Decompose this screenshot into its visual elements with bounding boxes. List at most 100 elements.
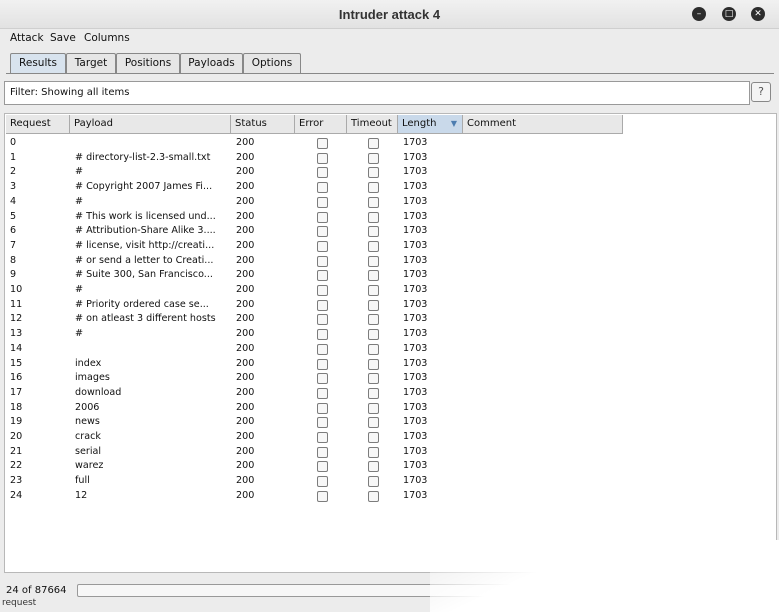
timeout-checkbox xyxy=(368,314,379,326)
cell-request: 12 xyxy=(10,313,23,325)
table-row[interactable]: 6 # Attribution-Share Alike 3.... 200 1703 xyxy=(6,224,623,239)
cell-request: 11 xyxy=(10,298,23,310)
tab-target[interactable]: Target xyxy=(66,53,116,73)
cell-status: 200 xyxy=(236,166,255,178)
cell-length: 1703 xyxy=(403,225,428,237)
column-header-request[interactable]: Request xyxy=(6,115,70,133)
menu-attack[interactable]: Attack xyxy=(10,32,44,44)
cell-payload: # xyxy=(75,284,84,295)
cell-length: 1703 xyxy=(403,445,428,457)
table-row[interactable]: 1 # directory-list-2.3-small.txt 200 1703 xyxy=(6,151,623,166)
timeout-checkbox xyxy=(368,196,379,208)
table-row[interactable]: 5 # This work is licensed und... 200 1703 xyxy=(6,210,623,225)
table-row[interactable]: 19 news 200 1703 xyxy=(6,415,623,430)
cell-request: 17 xyxy=(10,386,23,398)
table-row[interactable]: 13 #200 1703 xyxy=(6,327,623,342)
menu-columns[interactable]: Columns xyxy=(84,32,130,44)
timeout-checkbox xyxy=(368,285,379,296)
maximize-icon[interactable]: □ xyxy=(722,7,736,21)
column-header-payload[interactable]: Payload xyxy=(70,115,231,133)
timeout-checkbox xyxy=(368,255,379,267)
table-row[interactable]: 3 # Copyright 2007 James Fi... 200 1703 xyxy=(6,180,623,195)
table-row[interactable]: 15 index 200 1703 xyxy=(6,357,623,372)
cell-status: 200 xyxy=(236,475,255,487)
menu-save[interactable]: Save xyxy=(50,32,76,44)
cell-payload: 12 xyxy=(75,489,88,501)
cell-status: 200 xyxy=(236,137,255,148)
error-checkbox xyxy=(317,226,328,238)
table-row[interactable]: 21 serial 200 1703 xyxy=(6,445,623,460)
table-row[interactable]: 10 #200 1703 xyxy=(6,283,623,298)
column-header-length[interactable]: Length ▼ xyxy=(398,115,463,133)
error-checkbox xyxy=(317,152,328,164)
error-checkbox xyxy=(317,476,328,488)
help-button[interactable]: ? xyxy=(751,82,771,102)
table-row[interactable]: 12 # on atleast 3 different hosts 200 1703 xyxy=(6,312,623,327)
table-row[interactable]: 20 crack 200 1703 xyxy=(6,430,623,445)
timeout-checkbox xyxy=(368,138,379,149)
window-title: Intruder attack 4 xyxy=(338,7,441,22)
cell-payload: # Attribution-Share Alike 3.... xyxy=(75,225,216,237)
cell-request: 8 xyxy=(10,254,17,266)
cell-status: 200 xyxy=(236,489,255,501)
timeout-checkbox xyxy=(368,402,379,414)
column-header-status[interactable]: Status xyxy=(231,115,295,133)
cell-length: 1703 xyxy=(403,401,428,413)
timeout-checkbox xyxy=(368,211,379,223)
table-row[interactable]: 23 full 200 1703 xyxy=(6,474,623,489)
column-header-error[interactable]: Error xyxy=(295,115,347,133)
cell-length: 1703 xyxy=(403,431,428,442)
cell-payload: # This work is licensed und... xyxy=(75,210,216,222)
cell-request: 5 xyxy=(10,210,17,222)
close-icon[interactable]: ✕ xyxy=(751,7,765,21)
cell-payload: 2006 xyxy=(75,401,100,413)
table-row[interactable]: 16 images 200 1703 xyxy=(6,371,623,386)
error-checkbox xyxy=(317,270,328,282)
table-row[interactable]: 2 #200 1703 xyxy=(6,165,623,180)
cell-request: 4 xyxy=(10,195,17,207)
sort-descending-icon: ▼ xyxy=(450,119,457,128)
cell-payload: # Suite 300, San Francisco... xyxy=(75,269,213,281)
cell-length: 1703 xyxy=(403,372,428,384)
tab-results[interactable]: Results xyxy=(10,53,66,73)
tab-payloads[interactable]: Payloads xyxy=(180,53,243,73)
cell-status: 200 xyxy=(236,254,255,266)
cell-request: 20 xyxy=(10,431,23,442)
table-row[interactable]: 11 # Priority ordered case se... 200 1703 xyxy=(6,298,623,313)
cell-request: 24 xyxy=(10,489,23,501)
cell-payload: # on atleast 3 different hosts xyxy=(75,313,216,325)
table-row[interactable]: 9 # Suite 300, San Francisco... 200 1703 xyxy=(6,268,623,283)
error-checkbox xyxy=(317,432,328,443)
cell-length: 1703 xyxy=(403,460,428,472)
cell-length: 1703 xyxy=(403,137,428,148)
table-row[interactable]: 0 200 1703 xyxy=(6,136,623,151)
cell-payload: images xyxy=(75,372,110,384)
table-row[interactable]: 24 12 200 1703 xyxy=(6,489,623,504)
cell-request: 7 xyxy=(10,239,17,251)
filter-bar[interactable]: Filter: Showing all items xyxy=(4,81,750,105)
error-checkbox xyxy=(317,255,328,267)
timeout-checkbox xyxy=(368,270,379,282)
table-row[interactable]: 4 #200 1703 xyxy=(6,195,623,210)
table-row[interactable]: 22 warez 200 1703 xyxy=(6,459,623,474)
column-header-comment[interactable]: Comment xyxy=(463,115,623,133)
timeout-checkbox xyxy=(368,461,379,473)
table-row[interactable]: 17 download 200 1703 xyxy=(6,386,623,401)
minimize-icon[interactable]: – xyxy=(692,7,706,21)
cell-length: 1703 xyxy=(403,386,428,398)
tab-options[interactable]: Options xyxy=(243,53,301,73)
table-row[interactable]: 18 2006 200 1703 xyxy=(6,401,623,416)
status-under-text: request xyxy=(2,598,37,608)
timeout-checkbox xyxy=(368,387,379,399)
table-row[interactable]: 7 # license, visit http://creati... 200 170… xyxy=(6,239,623,254)
column-header-timeout[interactable]: Timeout xyxy=(347,115,398,133)
timeout-checkbox xyxy=(368,476,379,488)
timeout-checkbox xyxy=(368,167,379,179)
screen-glare xyxy=(430,540,779,612)
error-checkbox xyxy=(317,211,328,223)
cell-length: 1703 xyxy=(403,195,428,207)
cell-status: 200 xyxy=(236,342,255,354)
table-row[interactable]: 8 # or send a letter to Creati... 200 1703 xyxy=(6,254,623,269)
table-row[interactable]: 14 200 1703 xyxy=(6,342,623,357)
tab-positions[interactable]: Positions xyxy=(116,53,180,73)
